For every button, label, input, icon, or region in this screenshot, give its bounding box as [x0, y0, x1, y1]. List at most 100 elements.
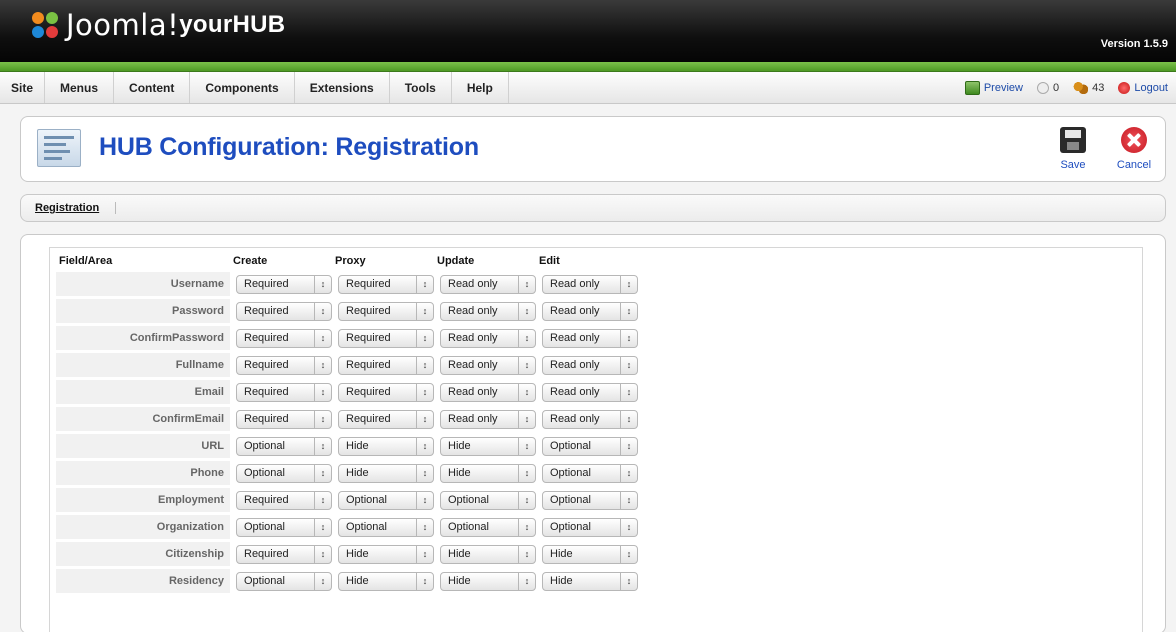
- edit-select[interactable]: Optional ↕: [542, 463, 638, 483]
- proxy-select-value: Required: [346, 332, 391, 344]
- edit-cell: Optional ↕: [536, 488, 638, 512]
- edit-select[interactable]: Read only ↕: [542, 274, 638, 294]
- update-select[interactable]: Read only ↕: [440, 355, 536, 375]
- edit-select-value: Optional: [550, 494, 591, 506]
- proxy-select[interactable]: Required ↕: [338, 301, 434, 321]
- proxy-select[interactable]: Optional ↕: [338, 490, 434, 510]
- create-select[interactable]: Optional ↕: [236, 463, 332, 483]
- edit-cell: Optional ↕: [536, 515, 638, 539]
- update-cell: Read only ↕: [434, 272, 536, 296]
- page-title: HUB Configuration: Registration: [99, 133, 479, 161]
- update-select[interactable]: Read only ↕: [440, 328, 536, 348]
- edit-select[interactable]: Hide ↕: [542, 544, 638, 564]
- updown-arrows-icon: ↕: [314, 545, 331, 563]
- joomla-logo[interactable]: Joomla! yourHUB: [30, 8, 285, 42]
- edit-select-value: Read only: [550, 305, 600, 317]
- create-select[interactable]: Required ↕: [236, 274, 332, 294]
- update-select[interactable]: Hide ↕: [440, 544, 536, 564]
- create-cell: Required ↕: [230, 299, 332, 323]
- submenu-registration[interactable]: Registration: [35, 202, 117, 214]
- create-select[interactable]: Required ↕: [236, 409, 332, 429]
- update-select[interactable]: Read only ↕: [440, 382, 536, 402]
- updown-arrows-icon: ↕: [518, 491, 535, 509]
- proxy-select[interactable]: Optional ↕: [338, 517, 434, 537]
- proxy-select[interactable]: Required ↕: [338, 409, 434, 429]
- messages-count: 0: [1052, 81, 1060, 94]
- edit-select[interactable]: Read only ↕: [542, 382, 638, 402]
- table-header: Field/Area Create Proxy Update Edit: [56, 255, 638, 269]
- create-select[interactable]: Optional ↕: [236, 436, 332, 456]
- create-select[interactable]: Optional ↕: [236, 571, 332, 591]
- proxy-select[interactable]: Hide ↕: [338, 463, 434, 483]
- preview-label: Preview: [983, 81, 1023, 94]
- create-select[interactable]: Required ↕: [236, 490, 332, 510]
- field-label: Phone: [56, 461, 230, 485]
- create-select[interactable]: Required ↕: [236, 355, 332, 375]
- logout-label: Logout: [1134, 81, 1168, 94]
- menu-menus[interactable]: Menus: [45, 72, 115, 103]
- save-button[interactable]: Save: [1048, 125, 1098, 171]
- table-row: ConfirmPassword Required ↕ Required ↕ Read on…: [56, 326, 638, 350]
- menu-help[interactable]: Help: [452, 72, 509, 103]
- update-select[interactable]: Read only ↕: [440, 274, 536, 294]
- edit-select[interactable]: Hide ↕: [542, 571, 638, 591]
- create-cell: Required ↕: [230, 407, 332, 431]
- edit-select[interactable]: Optional ↕: [542, 436, 638, 456]
- create-select-value: Required: [244, 332, 289, 344]
- logout-link[interactable]: Logout: [1118, 81, 1168, 94]
- edit-select[interactable]: Read only ↕: [542, 328, 638, 348]
- update-select[interactable]: Hide ↕: [440, 571, 536, 591]
- proxy-select[interactable]: Hide ↕: [338, 544, 434, 564]
- edit-select-value: Read only: [550, 332, 600, 344]
- users-status[interactable]: 43: [1073, 80, 1104, 95]
- create-select[interactable]: Required ↕: [236, 328, 332, 348]
- update-select-value: Hide: [448, 548, 471, 560]
- proxy-select[interactable]: Required ↕: [338, 274, 434, 294]
- proxy-select-value: Optional: [346, 494, 387, 506]
- update-select[interactable]: Hide ↕: [440, 436, 536, 456]
- update-select[interactable]: Hide ↕: [440, 463, 536, 483]
- proxy-select[interactable]: Required ↕: [338, 355, 434, 375]
- menu-extensions[interactable]: Extensions: [295, 72, 390, 103]
- table-row: Username Required ↕ Required ↕ Read only ↕ Read…: [56, 272, 638, 296]
- messages-status[interactable]: 0: [1036, 81, 1060, 94]
- update-cell: Read only ↕: [434, 353, 536, 377]
- preview-link[interactable]: Preview: [964, 80, 1023, 95]
- proxy-cell: Optional ↕: [332, 488, 434, 512]
- cancel-button[interactable]: Cancel: [1109, 125, 1159, 171]
- edit-select[interactable]: Optional ↕: [542, 517, 638, 537]
- proxy-select[interactable]: Hide ↕: [338, 436, 434, 456]
- proxy-select-value: Hide: [346, 467, 369, 479]
- create-select[interactable]: Required ↕: [236, 382, 332, 402]
- updown-arrows-icon: ↕: [620, 329, 637, 347]
- create-cell: Required ↕: [230, 488, 332, 512]
- update-select[interactable]: Optional ↕: [440, 517, 536, 537]
- edit-select[interactable]: Read only ↕: [542, 409, 638, 429]
- edit-select[interactable]: Read only ↕: [542, 355, 638, 375]
- updown-arrows-icon: ↕: [518, 464, 535, 482]
- edit-select-value: Read only: [550, 359, 600, 371]
- create-select[interactable]: Required ↕: [236, 544, 332, 564]
- create-select[interactable]: Required ↕: [236, 301, 332, 321]
- edit-select[interactable]: Read only ↕: [542, 301, 638, 321]
- proxy-select[interactable]: Required ↕: [338, 382, 434, 402]
- joomla-logo-icon: [30, 10, 60, 40]
- update-select[interactable]: Optional ↕: [440, 490, 536, 510]
- menu-content[interactable]: Content: [114, 72, 191, 103]
- menu-tools[interactable]: Tools: [390, 72, 452, 103]
- edit-select-value: Hide: [550, 548, 573, 560]
- update-select-value: Read only: [448, 332, 498, 344]
- update-select[interactable]: Read only ↕: [440, 409, 536, 429]
- update-cell: Optional ↕: [434, 488, 536, 512]
- menu-components[interactable]: Components: [190, 72, 295, 103]
- edit-select[interactable]: Optional ↕: [542, 490, 638, 510]
- proxy-select[interactable]: Hide ↕: [338, 571, 434, 591]
- logout-icon: [1118, 81, 1131, 94]
- menu-site[interactable]: Site: [0, 72, 46, 103]
- edit-cell: Optional ↕: [536, 434, 638, 458]
- create-select[interactable]: Optional ↕: [236, 517, 332, 537]
- proxy-cell: Hide ↕: [332, 569, 434, 593]
- update-select[interactable]: Read only ↕: [440, 301, 536, 321]
- edit-cell: Read only ↕: [536, 407, 638, 431]
- proxy-select[interactable]: Required ↕: [338, 328, 434, 348]
